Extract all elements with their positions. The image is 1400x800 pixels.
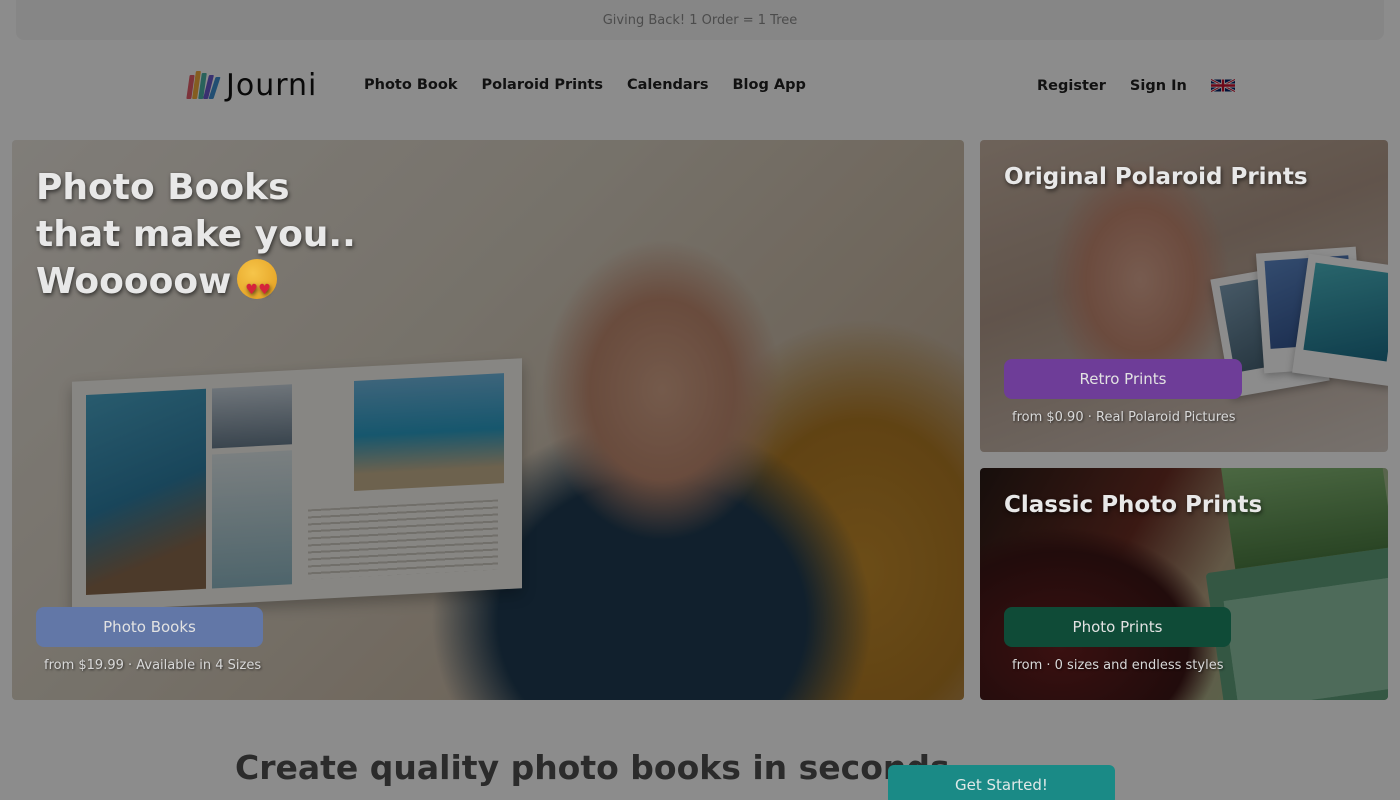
retro-prints-button[interactable]: Retro Prints xyxy=(1004,359,1242,399)
nav-account: Register Sign In xyxy=(1037,77,1235,94)
photo-prints-button[interactable]: Photo Prints xyxy=(1004,607,1231,647)
nav-link-blog-app[interactable]: Blog App xyxy=(732,77,805,93)
logo-bars-icon xyxy=(186,71,221,99)
hero-title: Photo Books that make you.. Wooooow xyxy=(36,164,356,314)
journi-logo[interactable]: Journi xyxy=(186,67,318,103)
classic-card-title: Classic Photo Prints xyxy=(1004,492,1263,518)
retro-prints-note: from $0.90 · Real Polaroid Pictures xyxy=(1012,410,1236,425)
photo-prints-note: from · 0 sizes and endless styles xyxy=(1012,658,1224,673)
polaroid-photo xyxy=(1292,253,1388,387)
section-title: Create quality photo books in seconds xyxy=(235,748,950,787)
promo-banner-text: Giving Back! 1 Order = 1 Tree xyxy=(602,12,798,28)
logo-text: Journi xyxy=(226,67,318,103)
get-started-button[interactable]: Get Started! xyxy=(888,765,1115,800)
calendar-image xyxy=(1205,468,1388,700)
photo-books-note: from $19.99 · Available in 4 Sizes xyxy=(44,658,262,673)
nav-links: Photo Book Polaroid Prints Calendars Blo… xyxy=(364,77,806,93)
nav-link-photo-book[interactable]: Photo Book xyxy=(364,77,457,93)
heart-eyes-emoji-icon xyxy=(237,259,278,314)
hero-title-line: Wooooow xyxy=(36,261,232,302)
promo-banner: Giving Back! 1 Order = 1 Tree xyxy=(16,0,1384,40)
register-link[interactable]: Register xyxy=(1037,78,1106,94)
hero-title-line: Photo Books xyxy=(36,167,290,208)
polaroid-card-title: Original Polaroid Prints xyxy=(1004,164,1308,190)
sign-in-link[interactable]: Sign In xyxy=(1130,78,1187,94)
uk-flag-icon[interactable] xyxy=(1210,77,1235,94)
top-navigation: Journi Photo Book Polaroid Prints Calend… xyxy=(0,40,1400,132)
nav-link-polaroid-prints[interactable]: Polaroid Prints xyxy=(481,77,603,93)
photo-books-button[interactable]: Photo Books xyxy=(36,607,263,647)
hero-title-line: that make you.. xyxy=(36,214,356,255)
photo-book-image xyxy=(72,358,522,612)
nav-link-calendars[interactable]: Calendars xyxy=(627,77,709,93)
